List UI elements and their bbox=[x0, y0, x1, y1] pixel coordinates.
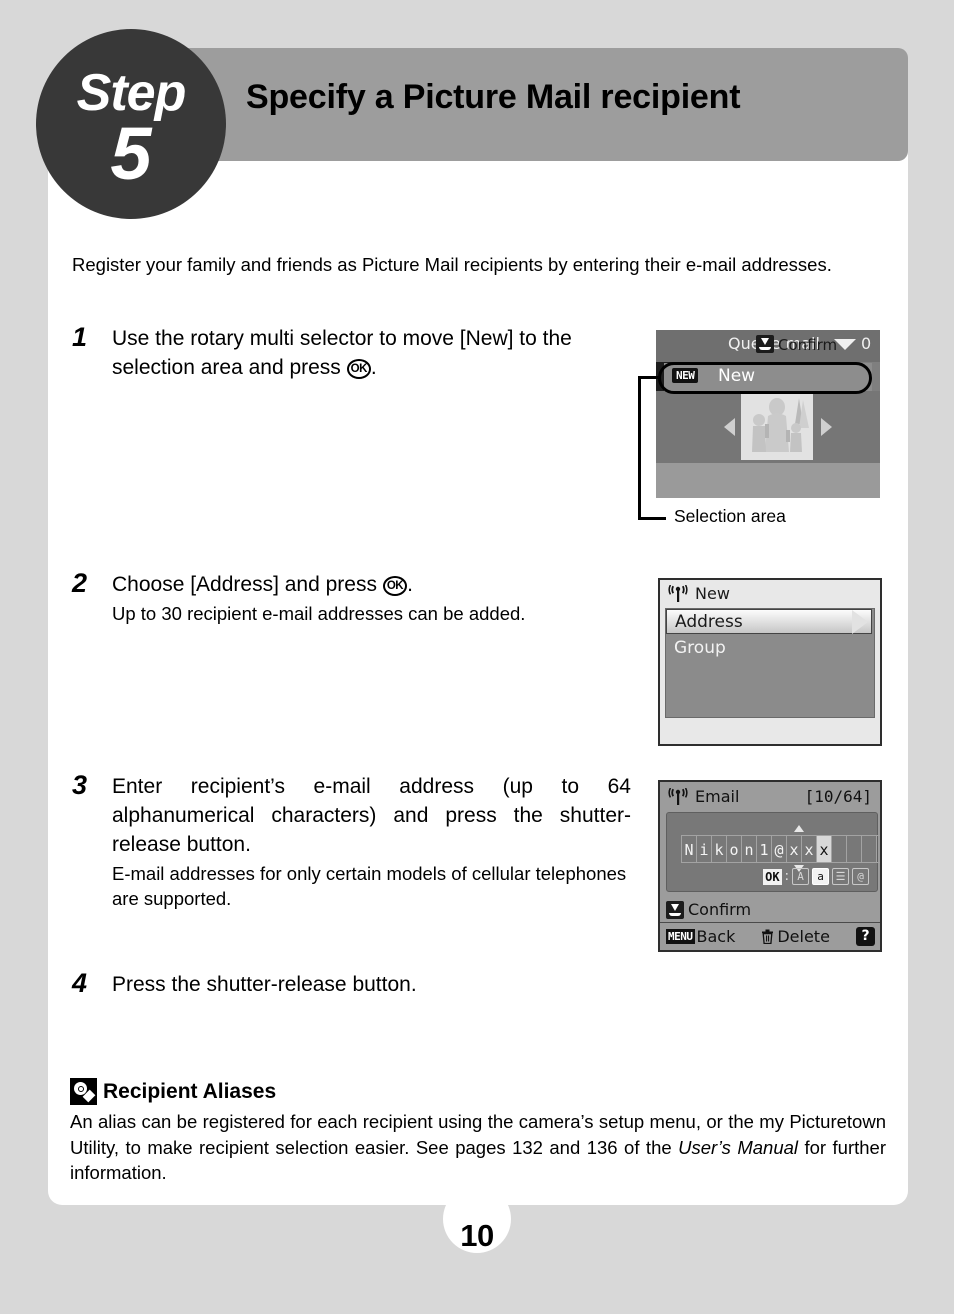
note-italic-manual: User’s Manual bbox=[678, 1136, 799, 1158]
email-character-cells: Ni k o n 1 @ x x x bbox=[681, 835, 880, 863]
screen3-title: Email bbox=[695, 787, 740, 806]
callout-line-horizontal bbox=[638, 376, 660, 379]
email-char-cell: n bbox=[741, 835, 756, 863]
screen2-title: New bbox=[695, 584, 730, 603]
camera-screen-queue-mail: Queue mail 0 NEW New Confirm bbox=[656, 330, 880, 498]
screen2-list: Address Group bbox=[665, 608, 875, 718]
character-mode-selector[interactable]: OK : A a ☰ @ bbox=[763, 868, 869, 885]
step-4-text: Press the shutter-release button. bbox=[112, 973, 417, 996]
step-3-number: 3 bbox=[72, 770, 88, 800]
page-title: Specify a Picture Mail recipient bbox=[246, 78, 741, 116]
screen1-mail-count: 0 bbox=[861, 334, 872, 353]
note-body: An alias can be registered for each reci… bbox=[70, 1111, 886, 1183]
ok-label: OK bbox=[763, 868, 782, 885]
email-char-cell bbox=[846, 835, 861, 863]
screen3-header: Email bbox=[668, 787, 739, 806]
email-input-field[interactable]: Ni k o n 1 @ x x x OK : A a ☰ @ bbox=[666, 812, 880, 892]
mode-at-sign[interactable]: @ bbox=[852, 868, 869, 885]
mode-uppercase[interactable]: A bbox=[792, 868, 809, 885]
trash-icon bbox=[761, 929, 774, 945]
email-char-cell bbox=[831, 835, 846, 863]
menu-item-group[interactable]: Group bbox=[666, 636, 872, 661]
screen3-char-counter: [10/64] bbox=[804, 787, 872, 806]
email-char-cell: o bbox=[726, 835, 741, 863]
back-label: Back bbox=[696, 927, 736, 946]
camera-screen-email-entry: Email [10/64] Ni k o n 1 @ x x x OK : A a ☰ @ Co… bbox=[658, 780, 882, 952]
ok-button-glyph: OK bbox=[346, 359, 371, 379]
email-char-cell: x bbox=[786, 835, 801, 863]
email-char-cell: N bbox=[681, 835, 696, 863]
step-2-text: Choose [Address] and press OK. bbox=[112, 573, 413, 596]
email-char-cell: x bbox=[816, 835, 831, 863]
mode-lowercase[interactable]: a bbox=[812, 868, 829, 885]
intro-paragraph: Register your family and friends as Pict… bbox=[72, 254, 832, 275]
camera-screen-new-menu: New Address Group bbox=[658, 578, 882, 746]
selection-area-callout-box bbox=[658, 362, 872, 394]
shutter-confirm-icon bbox=[756, 335, 774, 353]
screen1-bottombar bbox=[656, 463, 880, 498]
step-3-subtext: E-mail addresses for only certain models… bbox=[112, 863, 627, 909]
help-icon[interactable]: ? bbox=[856, 927, 875, 946]
note-section: Recipient Aliases An alias can be regist… bbox=[70, 1078, 886, 1186]
page-number: 10 bbox=[460, 1218, 494, 1253]
step-2-subtext: Up to 30 recipient e-mail addresses can … bbox=[112, 603, 526, 624]
callout-line-vertical bbox=[638, 376, 641, 520]
next-arrow-icon[interactable] bbox=[821, 418, 832, 436]
email-char-cell bbox=[861, 835, 876, 863]
menu-button-icon: MENU bbox=[666, 929, 695, 944]
screen1-confirm-label: Confirm bbox=[778, 336, 838, 354]
delete-label: Delete bbox=[777, 927, 830, 946]
selection-area-label: Selection area bbox=[674, 506, 786, 526]
envelope-icon bbox=[834, 339, 856, 350]
chevron-right-icon bbox=[852, 610, 868, 634]
step-2-number: 2 bbox=[72, 568, 88, 598]
mode-colon: : bbox=[784, 869, 789, 884]
email-char-cell bbox=[876, 835, 880, 863]
shutter-confirm-icon bbox=[666, 900, 684, 919]
email-char-cell: 1 bbox=[756, 835, 771, 863]
screen2-header: New bbox=[668, 584, 730, 603]
step-4-number: 4 bbox=[72, 968, 88, 998]
step-1-number: 1 bbox=[72, 322, 88, 352]
step-badge: Step 5 bbox=[36, 29, 226, 219]
menu-item-address[interactable]: Address bbox=[666, 609, 872, 634]
prev-arrow-icon[interactable] bbox=[724, 418, 735, 436]
note-title: Recipient Aliases bbox=[103, 1079, 277, 1103]
ok-button-glyph: OK bbox=[382, 576, 408, 596]
wireless-icon bbox=[668, 584, 688, 603]
email-char-cell: k bbox=[711, 835, 726, 863]
step-badge-number: 5 bbox=[110, 112, 152, 195]
step-3-text: Enter recipient’s e-mail address (up to … bbox=[112, 775, 631, 856]
email-char-cell: @ bbox=[771, 835, 786, 863]
screen3-confirm-label: Confirm bbox=[688, 900, 752, 919]
screen3-confirm-row: Confirm bbox=[660, 896, 880, 923]
step-1-text: Use the rotary multi selector to move [N… bbox=[112, 327, 572, 379]
lightbulb-icon bbox=[70, 1078, 97, 1105]
email-char-cell: x bbox=[801, 835, 816, 863]
caret-up-icon bbox=[794, 825, 804, 832]
note-header: Recipient Aliases bbox=[70, 1078, 886, 1105]
mode-symbols[interactable]: ☰ bbox=[832, 868, 849, 885]
page-root: 10 Specify a Picture Mail recipient Step… bbox=[0, 0, 954, 1314]
callout-line-bottom bbox=[638, 517, 666, 520]
screen3-bottombar: MENU Back Delete ? bbox=[660, 922, 880, 950]
photo-thumbnail[interactable] bbox=[741, 394, 813, 460]
wireless-icon bbox=[668, 787, 688, 806]
email-char-cell: i bbox=[696, 835, 711, 863]
